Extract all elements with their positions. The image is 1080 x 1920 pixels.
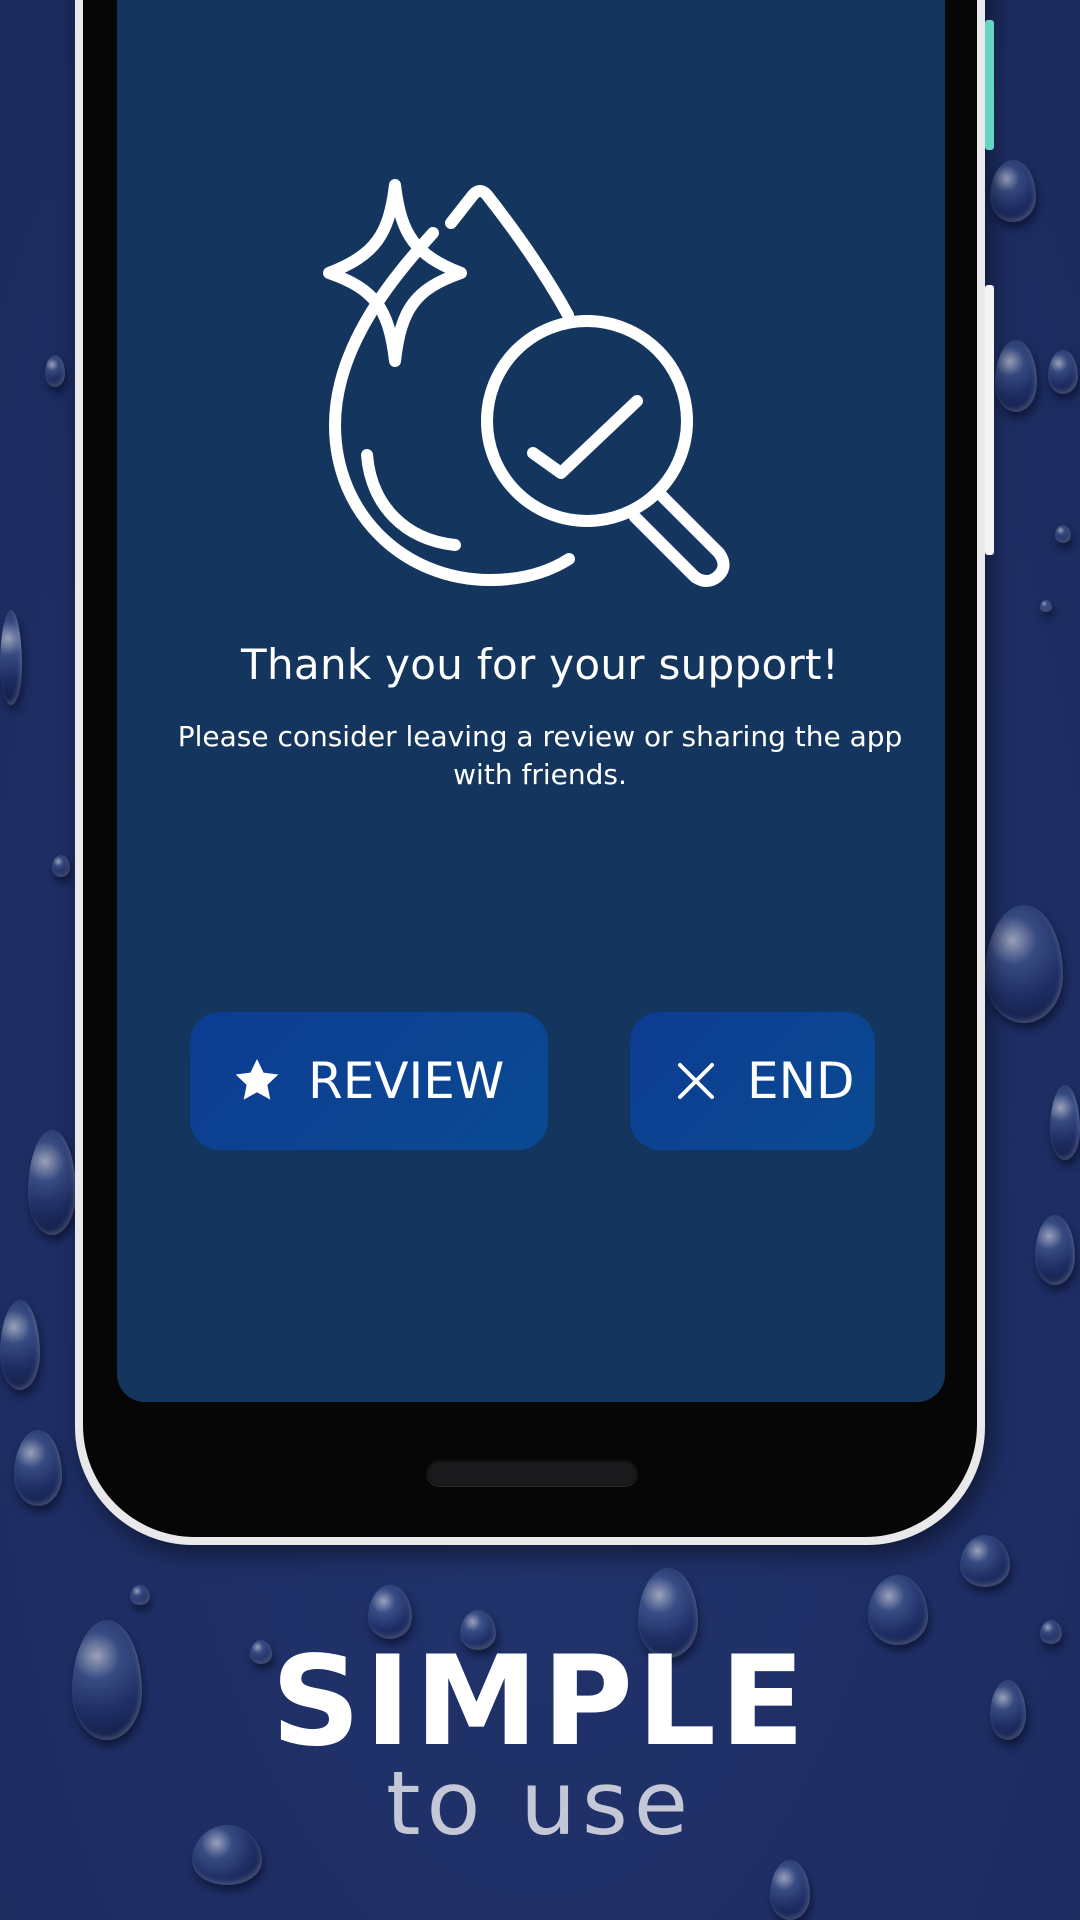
water-drop-search-check-icon <box>323 179 730 587</box>
review-button-label: REVIEW <box>308 1052 505 1110</box>
water-droplet <box>45 355 65 387</box>
water-droplet <box>995 340 1037 412</box>
review-button[interactable]: REVIEW <box>190 1012 548 1150</box>
water-droplet <box>1055 525 1071 543</box>
dialog-message: Please consider leaving a review or shar… <box>177 720 903 791</box>
water-droplet <box>990 160 1036 222</box>
water-droplet <box>1040 600 1052 612</box>
close-icon <box>667 1052 725 1110</box>
water-droplet <box>985 905 1063 1023</box>
water-droplet <box>130 1585 150 1605</box>
water-droplet <box>1035 1215 1075 1285</box>
water-droplet <box>52 855 70 877</box>
water-droplet <box>960 1535 1010 1587</box>
dialog-title: Thank you for your support! <box>241 640 839 689</box>
side-button-volume <box>985 285 994 555</box>
water-droplet <box>14 1430 62 1506</box>
promo-tagline: to use <box>385 1752 695 1855</box>
water-droplet <box>770 1860 810 1920</box>
water-droplet <box>28 1130 76 1235</box>
water-droplet <box>1050 1085 1080 1160</box>
phone-speaker-grille <box>426 1458 638 1486</box>
star-icon <box>228 1052 286 1110</box>
water-droplet <box>0 1300 40 1390</box>
end-button[interactable]: END <box>630 1012 875 1150</box>
end-button-label: END <box>747 1052 855 1110</box>
side-button-power <box>985 20 994 150</box>
water-droplet <box>1048 350 1078 394</box>
